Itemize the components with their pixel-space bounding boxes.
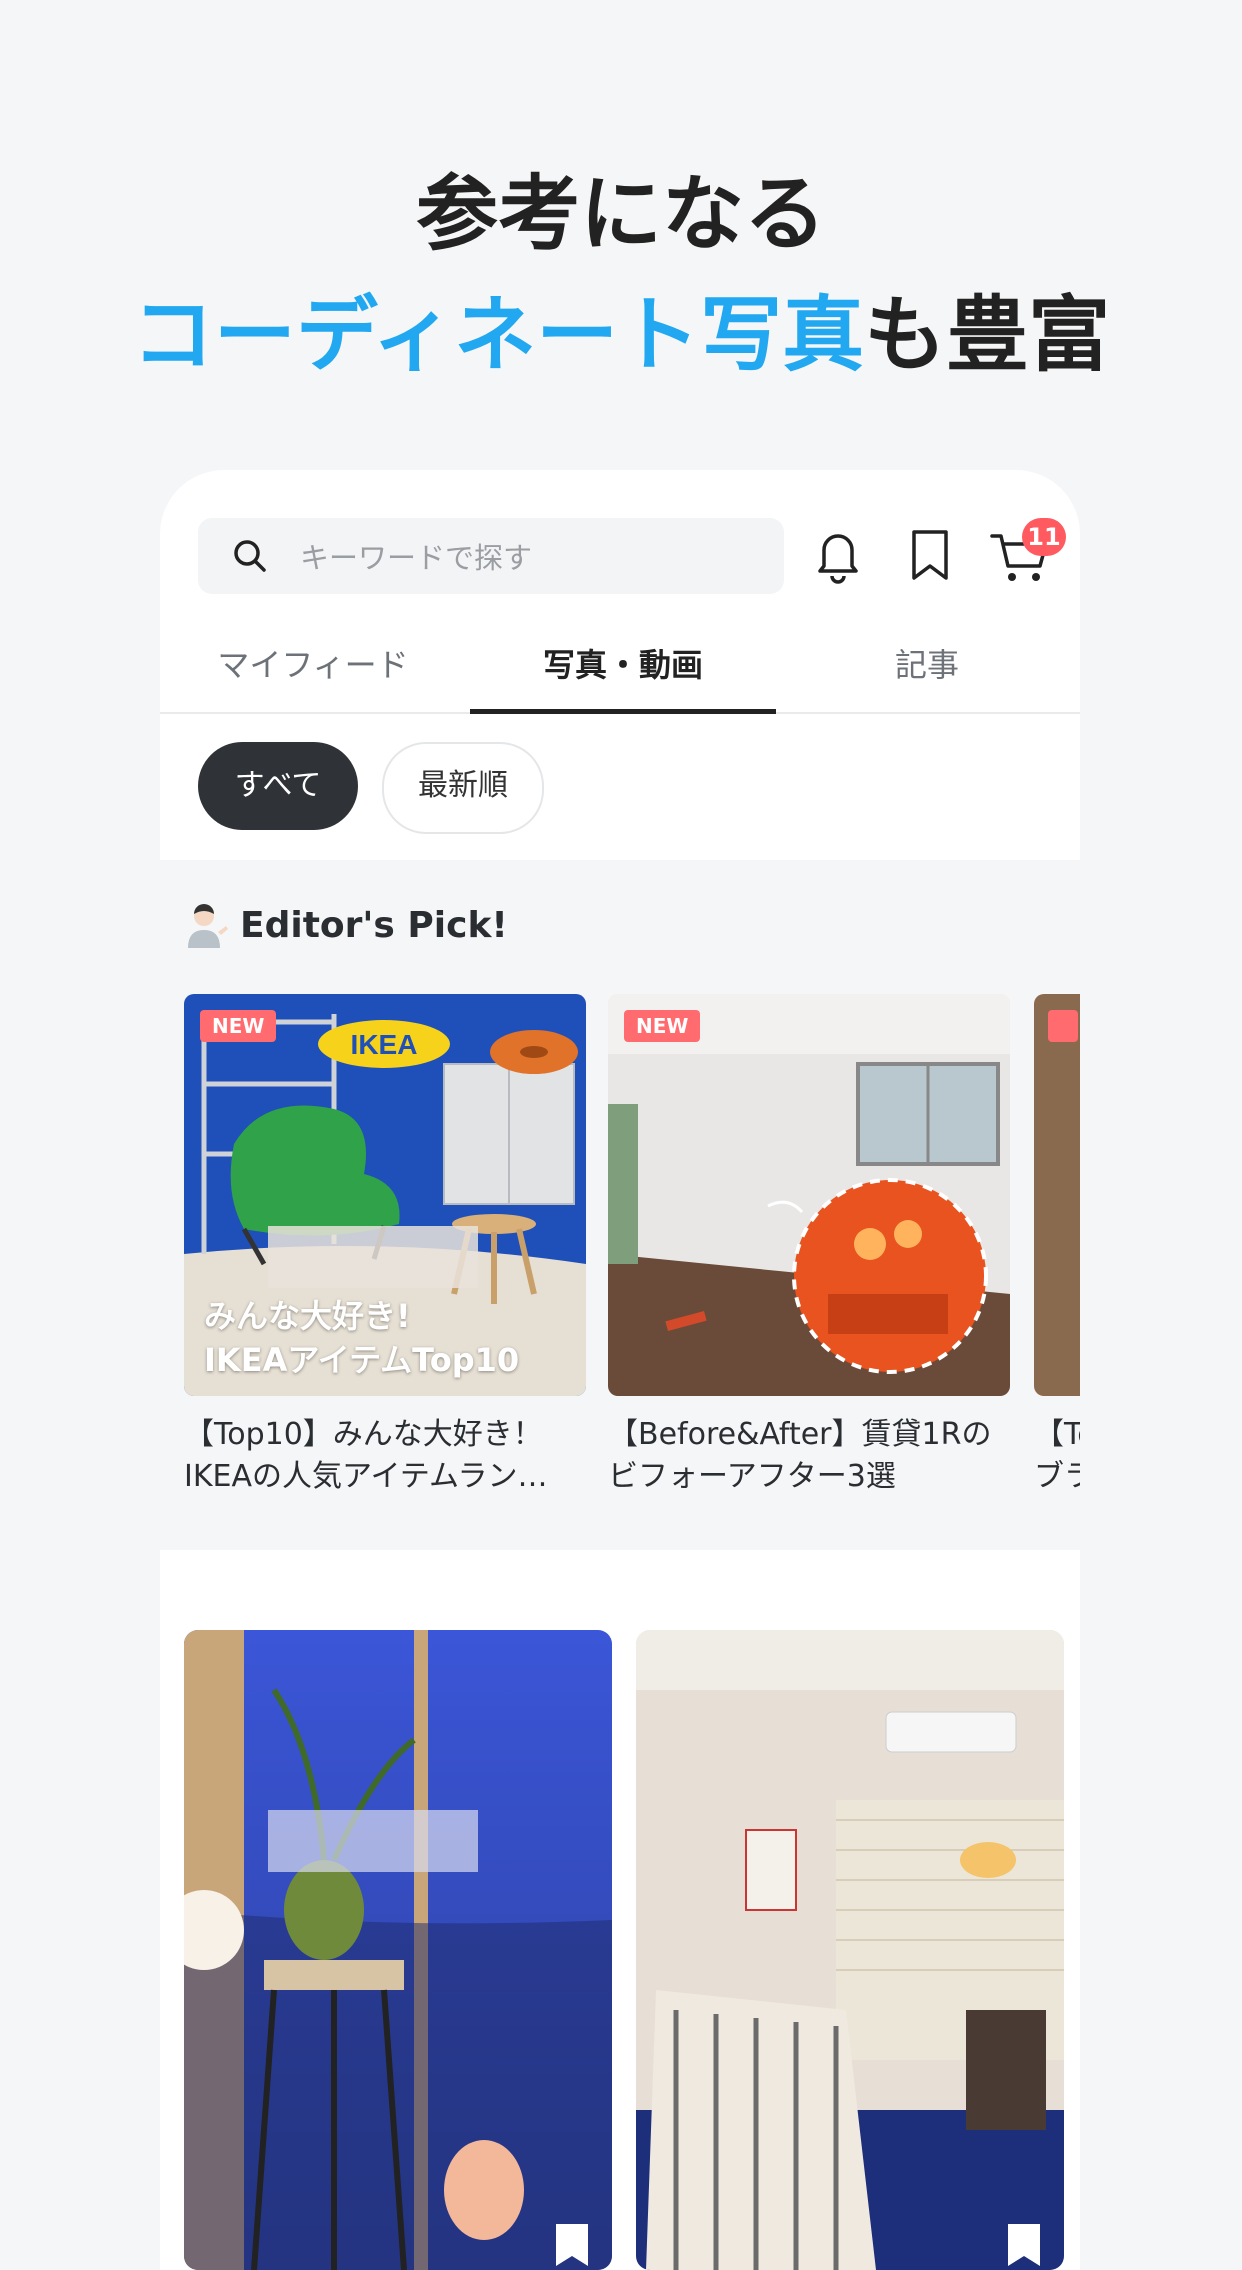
caption-line1: 【Before&After】賃貸1Rの	[608, 1417, 992, 1452]
card-caption: 【Before&After】賃貸1Rの ビフォーアフター3選	[608, 1414, 1018, 1498]
caption-line2: ビフォーアフター3選	[608, 1459, 896, 1494]
search-icon	[234, 540, 266, 572]
editors-pick-section: Editor's Pick! IKEA NEW みんな大好き! IKEAアイテム…	[160, 860, 1080, 1550]
pick-card[interactable]: IKEA NEW みんな大好き! IKEAアイテムTop10 【Top10】みん…	[184, 994, 586, 1498]
overlay-line1: みんな大好き!	[204, 1297, 411, 1335]
pick-card[interactable]: NEW 【Before&After】賃貸1Rの ビフォーアフター3選	[608, 994, 1010, 1498]
person-tipping-hand-icon	[188, 904, 228, 948]
photo-plant-window	[184, 1630, 612, 2270]
bookmark-icon[interactable]	[552, 2220, 592, 2270]
search-placeholder: キーワードで探す	[300, 541, 533, 575]
card-caption: 【Tc ブラ	[1034, 1414, 1080, 1498]
tab-my-feed[interactable]: マイフィード	[160, 600, 466, 712]
card-caption: 【Top10】みんな大好き！ IKEAの人気アイテムラン…	[184, 1414, 594, 1498]
chip-all[interactable]: すべて	[198, 742, 358, 830]
pick-card[interactable]: 【Tc ブラ	[1034, 994, 1080, 1498]
pick-image-room: NEW	[608, 994, 1010, 1396]
bookmark-icon[interactable]	[902, 524, 958, 586]
new-badge: NEW	[624, 1010, 701, 1042]
headline-line2: コーディネート写真も豊富	[0, 276, 1242, 396]
room-before-after-image	[608, 994, 1010, 1396]
top-bar: キーワードで探す 11	[160, 470, 1080, 600]
cart-count-badge: 11	[1022, 518, 1066, 556]
section-title-text: Editor's Pick!	[240, 904, 508, 946]
bell-icon[interactable]	[810, 524, 866, 586]
headline-line1: 参考になる	[415, 167, 826, 262]
promo-headline: 参考になる コーディネート写真も豊富	[0, 160, 1242, 396]
ikea-logo: IKEA	[351, 1029, 418, 1060]
new-badge: NEW	[200, 1010, 277, 1042]
section-title: Editor's Pick!	[184, 902, 508, 948]
pick-image-ikea: IKEA NEW みんな大好き! IKEAアイテムTop10	[184, 994, 586, 1396]
partial-card-image	[1034, 994, 1080, 1396]
app-screen: キーワードで探す 11 マイフィード 写真・動画 記事 すべて 最新順 Edit…	[160, 470, 1080, 2270]
search-input[interactable]: キーワードで探す	[198, 518, 784, 594]
tab-photos-videos[interactable]: 写真・動画	[470, 600, 776, 714]
card-overlay-text: みんな大好き! IKEAアイテムTop10	[204, 1294, 519, 1382]
pick-image-partial	[1034, 994, 1080, 1396]
overlay-line2: IKEAアイテムTop10	[204, 1341, 520, 1379]
caption-line1: 【Tc	[1034, 1417, 1080, 1452]
photo-card[interactable]	[184, 1630, 612, 2270]
chip-newest[interactable]: 最新順	[382, 742, 544, 834]
headline-accent: コーディネート写真	[131, 288, 865, 383]
tab-bar: マイフィード 写真・動画 記事	[160, 600, 1080, 714]
bookmark-icon[interactable]	[1004, 2220, 1044, 2270]
tab-articles[interactable]: 記事	[774, 600, 1080, 712]
photo-card[interactable]	[636, 1630, 1064, 2270]
caption-line2: ブラ	[1034, 1459, 1080, 1494]
caption-line1: 【Top10】みんな大好き！	[184, 1417, 543, 1452]
photo-bedroom	[636, 1630, 1064, 2270]
headline-rest: も豊富	[864, 288, 1111, 383]
caption-line2: IKEAの人気アイテムラン…	[184, 1459, 548, 1494]
